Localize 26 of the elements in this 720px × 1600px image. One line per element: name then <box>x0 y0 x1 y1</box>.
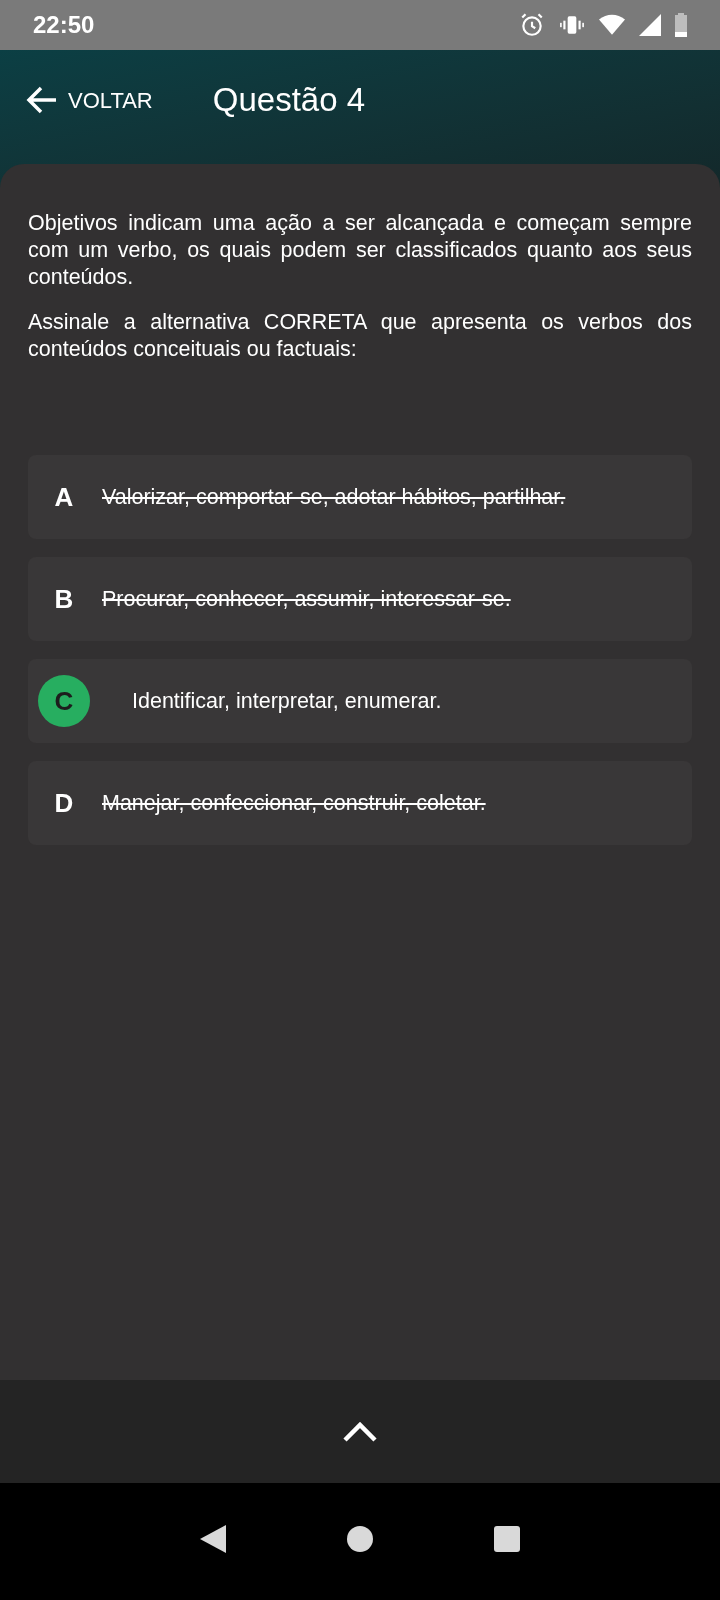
question-text: Objetivos indicam uma ação a ser alcançada e começam sempre com um verbo, os quais podem ser classificados quanto aos seus conteúdos. <box>28 210 692 291</box>
page-title: Questão 4 <box>212 80 366 120</box>
battery-icon <box>675 13 687 37</box>
alarm-icon <box>519 12 545 38</box>
back-button[interactable]: VOLTAR <box>26 80 153 120</box>
option-letter: C <box>38 675 90 727</box>
option-text: Identificar, interpretar, enumerar. <box>132 687 442 715</box>
recents-nav-icon[interactable] <box>493 1525 520 1552</box>
answer-option[interactable]: A Valorizar, comportar-se, adotar hábitos, partilhar. <box>28 455 692 539</box>
answer-option[interactable]: D Manejar, confeccionar, construir, coletar. <box>28 761 692 845</box>
option-text: Valorizar, comportar-se, adotar hábitos, partilhar. <box>102 483 566 511</box>
status-time: 22:50 <box>33 10 95 40</box>
option-letter: D <box>53 786 75 820</box>
option-letter: B <box>53 582 75 616</box>
back-nav-icon[interactable] <box>200 1524 227 1553</box>
answer-option[interactable]: B Procurar, conhecer, assumir, interessar-se. <box>28 557 692 641</box>
back-arrow-icon <box>26 85 58 115</box>
chevron-up-icon[interactable] <box>342 1420 378 1443</box>
option-text: Procurar, conhecer, assumir, interessar-se. <box>102 585 511 613</box>
answer-option[interactable]: C Identificar, interpretar, enumerar. <box>28 659 692 743</box>
signal-icon <box>639 14 661 36</box>
option-text: Manejar, confeccionar, construir, coletar. <box>102 789 486 817</box>
option-letter: A <box>53 480 75 514</box>
wifi-icon <box>599 14 625 36</box>
home-nav-icon[interactable] <box>347 1525 373 1552</box>
question-text: Assinale a alternativa CORRETA que apresenta os verbos dos conteúdos conceituais ou factuais: <box>28 309 692 363</box>
